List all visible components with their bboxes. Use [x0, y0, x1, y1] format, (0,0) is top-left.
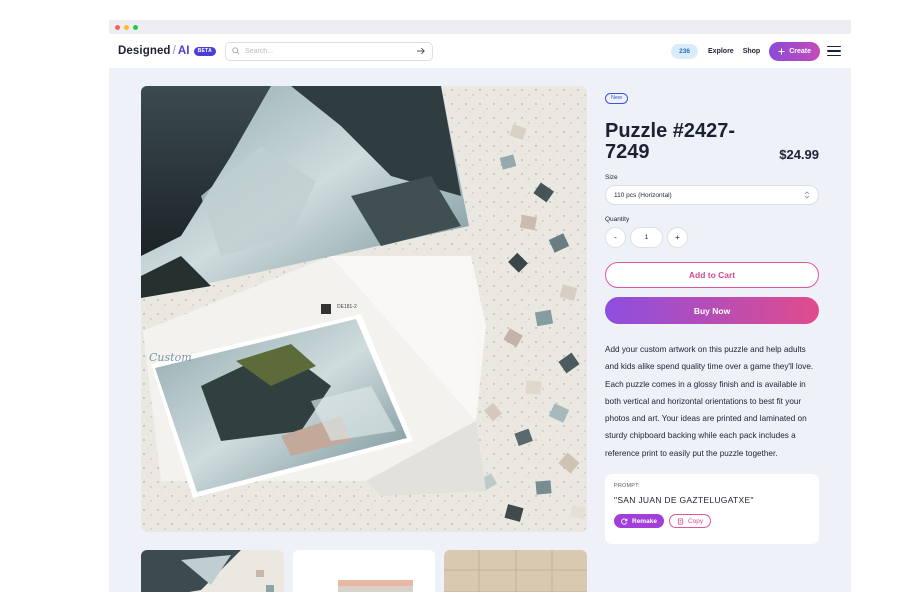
create-button[interactable]: Create [769, 41, 820, 61]
svg-text:DE181-2: DE181-2 [337, 304, 357, 310]
maximize-dot-icon[interactable] [133, 24, 138, 30]
brand-slash: / [172, 45, 176, 57]
prompt-text: "SAN JUAN DE GAZTELUGATXE" [614, 495, 754, 506]
window-chrome [109, 20, 851, 34]
box-logo-text: Custom [149, 351, 192, 364]
product-info-panel: New Puzzle #2427-7249 $24.99 Size 110 pc… [605, 86, 819, 545]
size-label: Size [605, 174, 618, 181]
close-dot-icon[interactable] [115, 24, 120, 30]
new-badge: New [605, 92, 629, 104]
thumbnail-3[interactable] [444, 550, 588, 592]
quantity-label: Quantity [605, 216, 630, 223]
copy-button[interactable]: Copy [668, 514, 712, 529]
search-input[interactable] [245, 47, 412, 55]
create-label: Create [789, 47, 811, 55]
size-select[interactable]: 110 pcs (Horizontal) [605, 185, 819, 205]
nav-link-shop[interactable]: Shop [743, 48, 761, 55]
remake-button[interactable]: Remake [614, 514, 664, 529]
beta-badge: BETA [193, 46, 217, 56]
thumbnail-1[interactable] [141, 550, 284, 592]
credits-count-badge[interactable]: 236 [671, 43, 699, 59]
product-price: $24.99 [779, 147, 819, 162]
thumbnail-strip [141, 550, 588, 592]
thumbnail-2[interactable] [292, 550, 436, 592]
chevron-updown-icon [804, 191, 810, 199]
prompt-card: PROMPT: "SAN JUAN DE GAZTELUGATXE" Remak… [605, 474, 819, 545]
brand-ai-text: AI [177, 45, 190, 57]
brand-logo[interactable]: Designed / AI BETA [118, 45, 217, 57]
nav-right: 236 Explore Shop Create [671, 34, 841, 68]
quantity-stepper: - 1 + [605, 227, 819, 248]
menu-icon[interactable] [827, 45, 841, 57]
quantity-input[interactable]: 1 [630, 227, 663, 248]
search-icon [232, 47, 240, 55]
product-title: Puzzle #2427-7249 [605, 120, 736, 163]
remake-label: Remake [632, 517, 657, 525]
arrow-right-icon[interactable] [416, 47, 426, 55]
minimize-dot-icon[interactable] [124, 24, 129, 30]
browser-window: Designed / AI BETA 236 Explore Shop Crea… [109, 20, 851, 592]
product-main-image[interactable]: DE181-2 Custom [141, 86, 587, 532]
top-navbar: Designed / AI BETA 236 Explore Shop Crea… [109, 34, 851, 68]
refresh-icon [621, 518, 628, 525]
quantity-increase-button[interactable]: + [667, 227, 688, 248]
add-to-cart-button[interactable]: Add to Cart [605, 262, 819, 288]
nav-link-explore[interactable]: Explore [708, 48, 734, 55]
search-bar[interactable] [225, 41, 434, 61]
size-select-value: 110 pcs (Horizontal) [614, 191, 672, 199]
brand-main-text: Designed [118, 45, 171, 57]
quantity-decrease-button[interactable]: - [605, 227, 626, 248]
plus-icon [778, 47, 785, 55]
copy-icon [677, 518, 684, 525]
prompt-label: PROMPT: [614, 483, 640, 490]
product-description: Add your custom artwork on this puzzle a… [605, 345, 814, 458]
buy-now-button[interactable]: Buy Now [605, 297, 819, 324]
copy-label: Copy [687, 517, 704, 525]
